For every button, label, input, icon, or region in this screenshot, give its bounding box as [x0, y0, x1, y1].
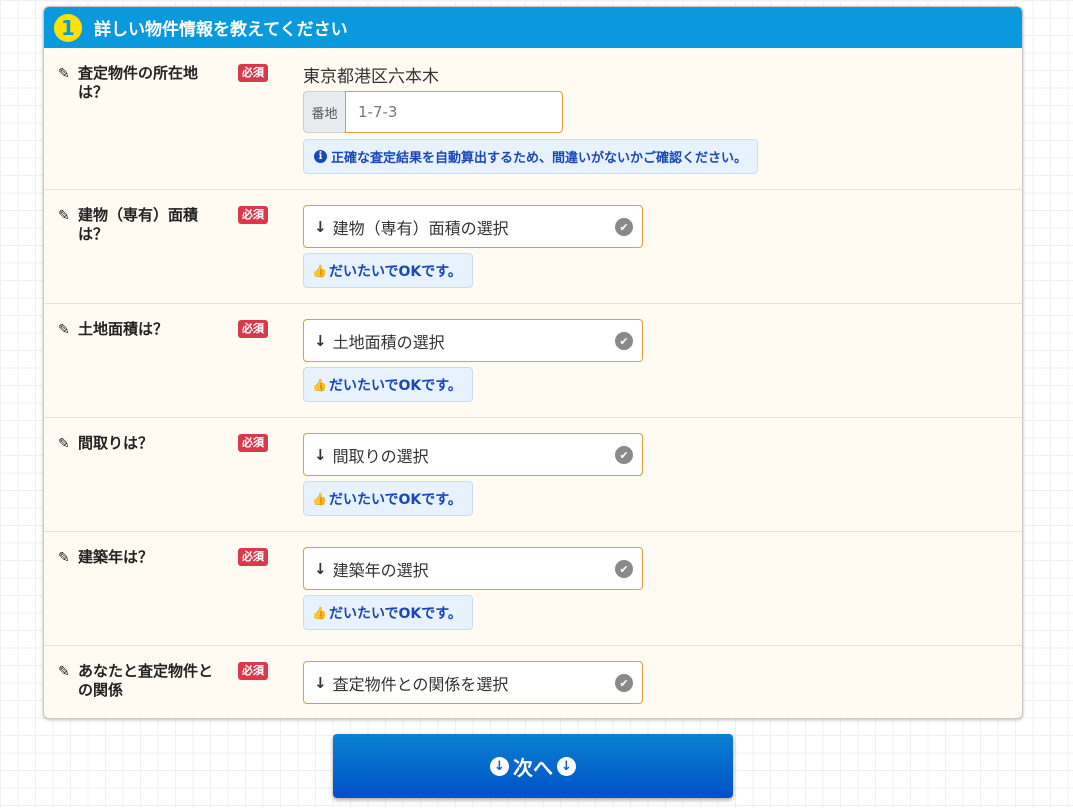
- pencil-icon: ✎: [58, 436, 70, 452]
- relationship-select[interactable]: ↓ 査定物件との関係を選択 ✔: [303, 661, 643, 704]
- select-label: 査定物件との関係を選択: [332, 674, 509, 694]
- next-button-label: 次へ: [513, 755, 553, 780]
- label-text: 建物（専有）面積: [78, 206, 199, 224]
- field-label: ✎ あなたと査定物件と の関係: [58, 662, 223, 700]
- row-relationship: ✎ あなたと査定物件と の関係 必須 ↓ 査定物件との関係を選択 ✔: [44, 646, 1022, 718]
- property-info-card: 1 詳しい物件情報を教えてください ✎ 査定物件の所在地 は？ 必須 東京都港区六…: [43, 6, 1023, 719]
- banchi-input[interactable]: [345, 91, 563, 133]
- required-badge: 必須: [238, 206, 268, 224]
- row-floor-plan: ✎ 間取りは？ 必須 ↓ 間取りの選択 ✔ 👍 だいたいでOKです。: [44, 418, 1022, 532]
- banchi-input-group: 番地: [303, 91, 563, 133]
- building-area-select[interactable]: ↓ 建物（専有）面積の選択 ✔: [303, 205, 643, 248]
- pencil-icon: ✎: [58, 322, 70, 338]
- select-label: 建物（専有）面積の選択: [332, 218, 509, 238]
- field-label: ✎ 査定物件の所在地 は？: [58, 64, 223, 102]
- label-text-2: は？: [78, 83, 109, 101]
- select-label: 土地面積の選択: [332, 332, 445, 352]
- label-text: あなたと査定物件と: [78, 662, 214, 680]
- label-text-2: は？: [78, 225, 109, 243]
- label-text-2: の関係: [78, 681, 124, 699]
- required-badge: 必須: [238, 64, 268, 82]
- floor-plan-select[interactable]: ↓ 間取りの選択 ✔: [303, 433, 643, 476]
- required-badge: 必須: [238, 320, 268, 338]
- check-circle-icon: ✔: [615, 560, 633, 578]
- approx-ok-hint: 👍 だいたいでOKです。: [303, 595, 473, 630]
- label-text: 土地面積は？: [78, 320, 169, 338]
- arrow-down-icon: ↓: [314, 331, 327, 350]
- select-label: 間取りの選択: [332, 446, 429, 466]
- approx-ok-hint: 👍 だいたいでOKです。: [303, 253, 473, 288]
- hint-text: だいたいでOKです。: [328, 491, 462, 508]
- pencil-icon: ✎: [58, 208, 70, 224]
- approx-ok-hint: 👍 だいたいでOKです。: [303, 367, 473, 402]
- verify-info-alert: i 正確な査定結果を自動算出するため、間違いがないかご確認ください。: [303, 139, 759, 174]
- thumbs-up-icon: 👍: [312, 377, 327, 392]
- required-badge: 必須: [238, 662, 268, 680]
- thumbs-up-icon: 👍: [312, 605, 327, 620]
- section-header: 1 詳しい物件情報を教えてください: [44, 7, 1022, 48]
- info-text: 正確な査定結果を自動算出するため、間違いがないかご確認ください。: [331, 151, 748, 166]
- pencil-icon: ✎: [58, 66, 70, 82]
- check-circle-icon: ✔: [615, 218, 633, 236]
- step-number-badge: 1: [54, 13, 82, 42]
- hint-text: だいたいでOKです。: [328, 605, 462, 622]
- land-area-select[interactable]: ↓ 土地面積の選択 ✔: [303, 319, 643, 362]
- arrow-down-icon: ↓: [314, 445, 327, 464]
- section-title: 詳しい物件情報を教えてください: [94, 20, 348, 40]
- approx-ok-hint: 👍 だいたいでOKです。: [303, 481, 473, 516]
- check-circle-icon: ✔: [615, 332, 633, 350]
- arrow-down-icon: ↓: [314, 217, 327, 236]
- hint-text: だいたいでOKです。: [328, 263, 462, 280]
- required-badge: 必須: [238, 548, 268, 566]
- next-button[interactable]: ↓ 次へ ↓: [333, 734, 733, 798]
- select-label: 建築年の選択: [332, 560, 429, 580]
- row-build-year: ✎ 建築年は？ 必須 ↓ 建築年の選択 ✔ 👍 だいたいでOKです。: [44, 532, 1022, 646]
- label-text: 査定物件の所在地: [78, 64, 199, 82]
- field-label: ✎ 土地面積は？: [58, 320, 223, 340]
- address-text: 東京都港区六本木: [303, 67, 439, 87]
- check-circle-icon: ✔: [615, 446, 633, 464]
- check-circle-icon: ✔: [615, 674, 633, 692]
- build-year-select[interactable]: ↓ 建築年の選択 ✔: [303, 547, 643, 590]
- row-location: ✎ 査定物件の所在地は？ 必須 東京都港区六本木 番地 i 正確な査定結果を自動…: [44, 48, 1022, 190]
- info-icon: i: [314, 150, 327, 163]
- field-label: ✎ 建物（専有）面積 は？: [58, 206, 223, 244]
- label-text: 建築年は？: [78, 548, 154, 566]
- hint-text: だいたいでOKです。: [328, 377, 462, 394]
- required-badge: 必須: [238, 434, 268, 452]
- banchi-addon-label: 番地: [303, 91, 345, 133]
- pencil-icon: ✎: [58, 664, 70, 680]
- label-text: 間取りは？: [78, 434, 154, 452]
- row-land-area: ✎ 土地面積は？ 必須 ↓ 土地面積の選択 ✔ 👍 だいたいでOKです。: [44, 304, 1022, 418]
- arrow-circle-down-icon: ↓: [490, 756, 509, 776]
- pencil-icon: ✎: [58, 550, 70, 566]
- field-label: ✎ 建築年は？: [58, 548, 223, 568]
- thumbs-up-icon: 👍: [312, 491, 327, 506]
- thumbs-up-icon: 👍: [312, 263, 327, 278]
- arrow-down-icon: ↓: [314, 673, 327, 692]
- field-label: ✎ 間取りは？: [58, 434, 223, 454]
- row-building-area: ✎ 建物（専有）面積 は？ 必須 ↓ 建物（専有）面積の選択 ✔ 👍 だいたいでO…: [44, 190, 1022, 304]
- arrow-down-icon: ↓: [314, 559, 327, 578]
- arrow-circle-down-icon: ↓: [557, 756, 576, 776]
